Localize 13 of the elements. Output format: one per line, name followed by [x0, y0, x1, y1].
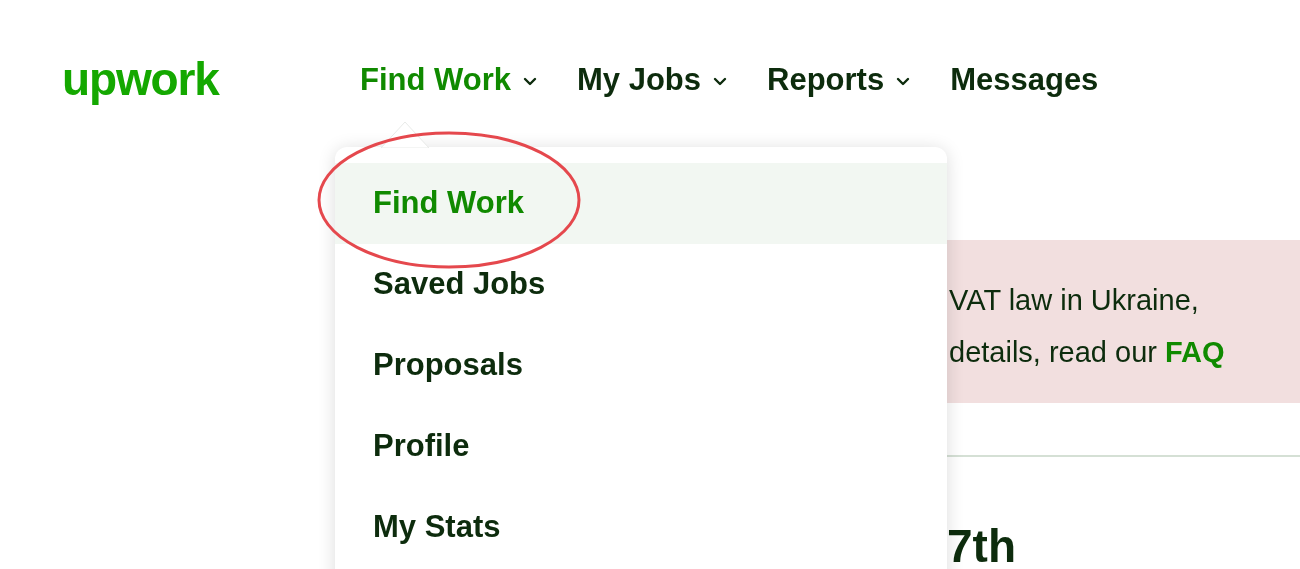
- nav-menu-item[interactable]: Messages: [950, 56, 1099, 104]
- dropdown-menu-item[interactable]: Saved Jobs: [335, 244, 947, 325]
- banner-text: details, read our: [949, 335, 1157, 370]
- dropdown-menu-item[interactable]: My Stats: [335, 487, 947, 568]
- banner-text: VAT law in Ukraine,: [949, 283, 1200, 318]
- dropdown-menu-item[interactable]: Proposals: [335, 325, 947, 406]
- faq-link[interactable]: FAQ: [1164, 326, 1225, 378]
- nav-menu-item[interactable]: Reports: [767, 56, 911, 104]
- nav-menu-item[interactable]: My Jobs: [577, 56, 727, 104]
- dropdown-menu-item[interactable]: Find Work: [335, 163, 947, 244]
- nav-menu-item[interactable]: Find Work: [360, 56, 537, 104]
- dropdown-menu-item[interactable]: Profile: [335, 406, 947, 487]
- section-heading: 7th: [947, 523, 1017, 569]
